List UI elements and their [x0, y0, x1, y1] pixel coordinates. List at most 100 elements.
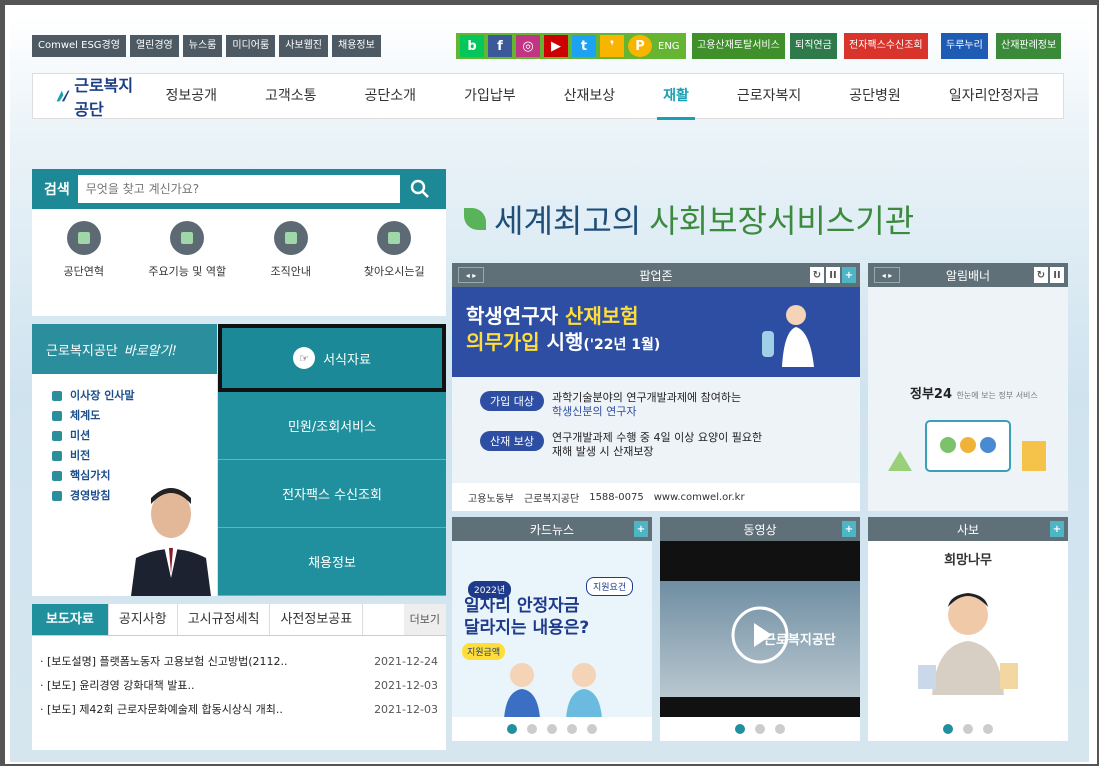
pager-dot[interactable]	[963, 724, 973, 734]
location-pin-icon	[377, 221, 412, 255]
blog-icon[interactable]: b	[460, 35, 484, 57]
quick-icon-org[interactable]: 조직안내	[239, 221, 343, 279]
slogan-part1: 세계최고의	[494, 202, 642, 240]
quick-icon-history[interactable]: 공단연혁	[32, 221, 136, 279]
tab-disclosure[interactable]: 사전정보공표	[270, 604, 364, 635]
kakao-plus-icon[interactable]: P	[628, 35, 652, 57]
tab-notice[interactable]: 공지사항	[109, 604, 178, 635]
menu-item-welfare[interactable]: 근로자복지	[713, 73, 825, 119]
detail-text: 연구개발과제 수행 중 4일 이상 요양이 필요한	[551, 431, 763, 444]
pager-dot[interactable]	[755, 724, 765, 734]
plus-icon[interactable]: +	[634, 521, 648, 537]
logo-mark-icon	[56, 90, 70, 102]
menu-item-hospital[interactable]: 공단병원	[825, 73, 925, 119]
tab-regulation[interactable]: 고시규정세칙	[178, 604, 271, 635]
pager-dot[interactable]	[983, 724, 993, 734]
pager-dot[interactable]	[507, 724, 517, 734]
menu-bar: 정보공개 고객소통 공단소개 가입납부 산재보상 재활 근로자복지 공단병원 일…	[141, 73, 1063, 120]
notice-banner[interactable]: 정부24 한눈에 보는 정부 서비스	[868, 287, 1068, 511]
about-item-structure[interactable]: 체계도	[52, 406, 217, 426]
util-link-mediaroom[interactable]: 미디어룸	[226, 35, 276, 57]
about-item-greeting[interactable]: 이사장 인사말	[52, 386, 217, 406]
search-bar: 검색	[32, 169, 446, 209]
tab-press[interactable]: 보도자료	[32, 604, 109, 635]
pager-dot[interactable]	[527, 724, 537, 734]
pager-dot[interactable]	[735, 724, 745, 734]
util-link-webzine[interactable]: 사보웹진	[279, 35, 328, 57]
news-item[interactable]: · [보도설명] 플랫폼노동자 고용보험 신고방법(2112.. 2021-12-…	[40, 650, 438, 674]
about-title: 근로복지공단	[46, 343, 118, 359]
search-button[interactable]	[400, 169, 440, 209]
menu-item-subscription[interactable]: 가입납부	[440, 73, 540, 119]
about-item-label: 핵심가치	[70, 469, 111, 482]
pager-dot[interactable]	[567, 724, 577, 734]
notice-controls: ↻ II	[1034, 267, 1064, 283]
quick-link-pension[interactable]: 퇴직연금	[790, 33, 837, 59]
kakao-story-icon[interactable]: ❜	[600, 35, 624, 57]
plus-icon[interactable]: +	[842, 267, 856, 283]
menu-item-contact[interactable]: 고객소통	[241, 73, 341, 119]
quick-icon-directions[interactable]: 찾아오시는길	[343, 221, 447, 279]
youtube-icon[interactable]: ▶	[544, 35, 568, 57]
about-item-vision[interactable]: 비전	[52, 446, 217, 466]
facebook-icon[interactable]: f	[488, 35, 512, 57]
trophy-icon	[52, 451, 62, 461]
instagram-icon[interactable]: ◎	[516, 35, 540, 57]
quick-link-precedent[interactable]: 산재판례정보	[996, 33, 1062, 59]
tile-recruit[interactable]: 채용정보	[218, 528, 446, 596]
tile-efax[interactable]: 전자팩스 수신조회	[218, 460, 446, 528]
twitter-icon[interactable]: t	[572, 35, 596, 57]
quick-icon-label: 찾아오시는길	[363, 265, 425, 278]
quick-link-efax[interactable]: 전자팩스수신조회	[844, 33, 928, 59]
page: Comwel ESG경영 열린경영 뉴스룸 미디어룸 사보웹진 채용정보 b f…	[10, 16, 1089, 762]
tile-civil-service[interactable]: 민원/조회서비스	[218, 392, 446, 460]
pager-dot[interactable]	[587, 724, 597, 734]
quick-link-durunuri[interactable]: 두루누리	[941, 33, 988, 59]
refresh-icon[interactable]: ↻	[810, 267, 824, 283]
pager-dot[interactable]	[775, 724, 785, 734]
util-link-open[interactable]: 열린경영	[129, 35, 179, 57]
tile-label: 민원/조회서비스	[287, 420, 377, 435]
list-icon	[52, 491, 62, 501]
menu-item-job-fund[interactable]: 일자리안정자금	[925, 73, 1063, 119]
plus-icon[interactable]: +	[842, 521, 856, 537]
webzine-cover[interactable]: 희망나무	[868, 541, 1068, 741]
util-link-esg[interactable]: Comwel ESG경영	[32, 35, 126, 57]
menu-item-info[interactable]: 정보공개	[141, 73, 241, 119]
pause-icon[interactable]: II	[1050, 267, 1064, 283]
eng-link[interactable]: ENG	[654, 41, 684, 52]
search-input[interactable]	[77, 175, 400, 203]
about-item-mission[interactable]: 미션	[52, 426, 217, 446]
structure-icon	[52, 411, 62, 421]
menu-item-rehab[interactable]: 재활	[639, 73, 713, 120]
tile-label: 서식자료	[323, 352, 371, 368]
tile-label: 전자팩스 수신조회	[282, 488, 382, 503]
card-news-banner[interactable]: 2022년 지원요건 일자리 안정자금 달라지는 내용은? 지원금액	[452, 541, 652, 741]
quick-link-total-service[interactable]: 고용산재토탈서비스	[692, 33, 785, 59]
video-header: 동영상 +	[660, 517, 860, 541]
video-pager	[660, 717, 860, 741]
pager-dot[interactable]	[943, 724, 953, 734]
tile-forms[interactable]: ☞ 서식자료	[218, 324, 446, 392]
util-link-newsroom[interactable]: 뉴스룸	[182, 35, 223, 57]
more-button[interactable]: 더보기	[403, 604, 446, 635]
quick-icon-roles[interactable]: 주요기능 및 역할	[136, 221, 240, 279]
pause-icon[interactable]: II	[826, 267, 840, 283]
news-item[interactable]: · [보도] 윤리경영 강화대책 발표.. 2021-12-03	[40, 674, 438, 698]
menu-item-compensation[interactable]: 산재보상	[540, 73, 640, 119]
video-title: 동영상	[743, 522, 777, 537]
news-item[interactable]: · [보도] 제42회 근로자문화예술제 합동시상식 개최.. 2021-12-0…	[40, 698, 438, 722]
site-logo[interactable]: 근로복지공단	[55, 72, 141, 120]
utility-links: Comwel ESG경영 열린경영 뉴스룸 미디어룸 사보웹진 채용정보	[32, 35, 381, 57]
plus-icon[interactable]: +	[1050, 521, 1064, 537]
popup-banner[interactable]: 학생연구자 산재보험 의무가입 시행('22년 1월) 가입 대상 과학기술분야…	[452, 287, 860, 511]
refresh-icon[interactable]: ↻	[1034, 267, 1048, 283]
menu-item-about[interactable]: 공단소개	[341, 73, 441, 119]
webzine-title: 사보	[956, 522, 980, 537]
util-link-recruit[interactable]: 채용정보	[332, 35, 381, 57]
about-item-label: 경영방침	[70, 489, 111, 502]
pager-dot[interactable]	[547, 724, 557, 734]
webzine-zone: 사보 + 희망나무	[868, 517, 1068, 741]
about-item-label: 이사장 인사말	[70, 389, 135, 402]
video-player[interactable]: 근로복지공단	[660, 541, 860, 741]
